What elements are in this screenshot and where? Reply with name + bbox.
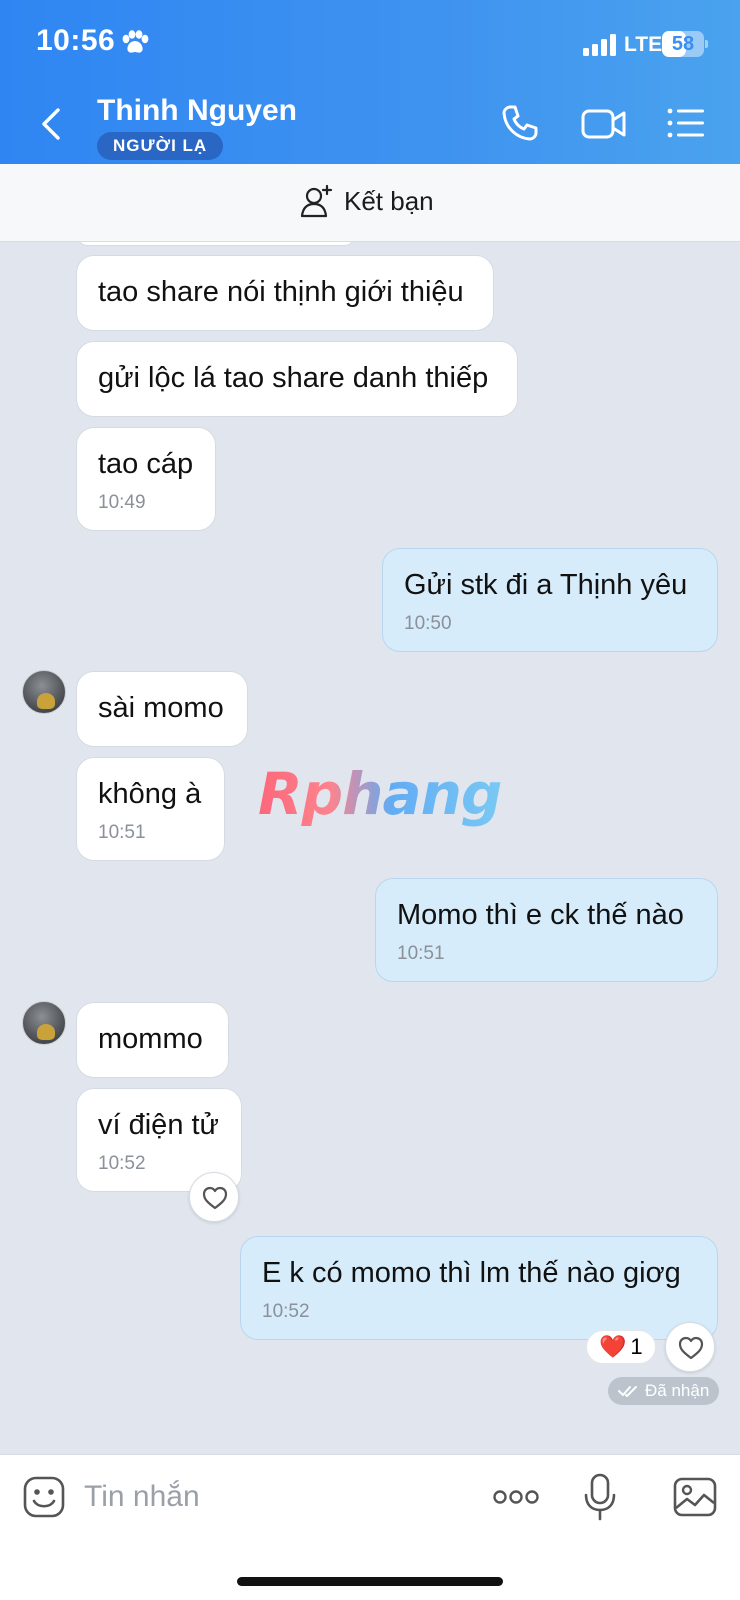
message-time: 10:49 [98, 492, 146, 513]
avatar[interactable] [22, 670, 66, 714]
emoji-icon[interactable] [22, 1475, 66, 1519]
message-input[interactable] [84, 1475, 384, 1519]
react-heart-button[interactable] [189, 1172, 239, 1222]
reaction-count: 1 [630, 1334, 643, 1359]
paw-icon [122, 30, 149, 53]
delivery-status: Đã nhận [608, 1377, 720, 1405]
message-bubble[interactable]: Momo thì e ck thế nào 10:51 [375, 878, 718, 982]
avatar[interactable] [22, 1001, 66, 1045]
double-check-icon [618, 1386, 637, 1397]
add-friend-bar: Kết bạn [0, 164, 740, 242]
message-bubble[interactable]: E k có momo thì lm thế nào giơg 10:52 [240, 1236, 718, 1340]
stranger-badge: NGƯỜI LẠ [97, 132, 224, 160]
heart-outline-icon [202, 1186, 228, 1210]
signal-icon [583, 34, 616, 56]
home-indicator[interactable] [237, 1577, 503, 1586]
phone-icon[interactable] [500, 103, 540, 143]
add-friend-icon [300, 184, 333, 218]
message-bubble[interactable]: mommo [76, 1002, 229, 1078]
video-call-icon[interactable] [580, 103, 628, 143]
message-bubble[interactable]: không à 10:51 [76, 757, 225, 861]
heart-outline-icon [678, 1336, 704, 1360]
status-time: 10:56 [36, 24, 116, 57]
react-heart-button[interactable] [665, 1322, 715, 1372]
message-bubble-partial[interactable] [76, 242, 356, 246]
contact-name[interactable]: Thinh Nguyen [97, 94, 297, 128]
microphone-icon[interactable] [582, 1473, 618, 1521]
more-icon[interactable] [492, 1485, 540, 1509]
message-bubble[interactable]: tao share nói thịnh giới thiệu [76, 255, 494, 331]
battery-icon: 58 [662, 31, 708, 57]
chat-header: 10:56 LTE 58 Thinh Nguyen NGƯỜI LẠ [0, 0, 740, 164]
menu-list-icon[interactable] [666, 103, 706, 143]
message-time: 10:50 [404, 613, 452, 634]
message-time: 10:52 [98, 1153, 146, 1174]
add-friend-label: Kết bạn [344, 185, 434, 216]
watermark: Rphang [258, 760, 502, 828]
message-time: 10:51 [397, 943, 445, 964]
message-bubble[interactable]: sài momo [76, 671, 248, 747]
network-type: LTE [624, 33, 663, 56]
add-friend-button[interactable]: Kết bạn [300, 184, 434, 218]
heart-reaction-icon: ❤️ [599, 1334, 627, 1360]
message-bubble[interactable]: Gửi stk đi a Thịnh yêu 10:50 [382, 548, 718, 652]
back-arrow-icon[interactable] [36, 104, 66, 144]
message-bubble[interactable]: gửi lộc lá tao share danh thiếp [76, 341, 518, 417]
image-icon[interactable] [673, 1475, 717, 1519]
message-time: 10:51 [98, 822, 146, 843]
message-list[interactable]: tao share nói thịnh giới thiệu gửi lộc l… [0, 242, 740, 1454]
message-bubble[interactable]: tao cáp 10:49 [76, 427, 216, 531]
reaction-count-badge[interactable]: ❤️ 1 [586, 1330, 656, 1364]
message-time: 10:52 [262, 1301, 310, 1322]
battery-level: 58 [671, 33, 695, 55]
